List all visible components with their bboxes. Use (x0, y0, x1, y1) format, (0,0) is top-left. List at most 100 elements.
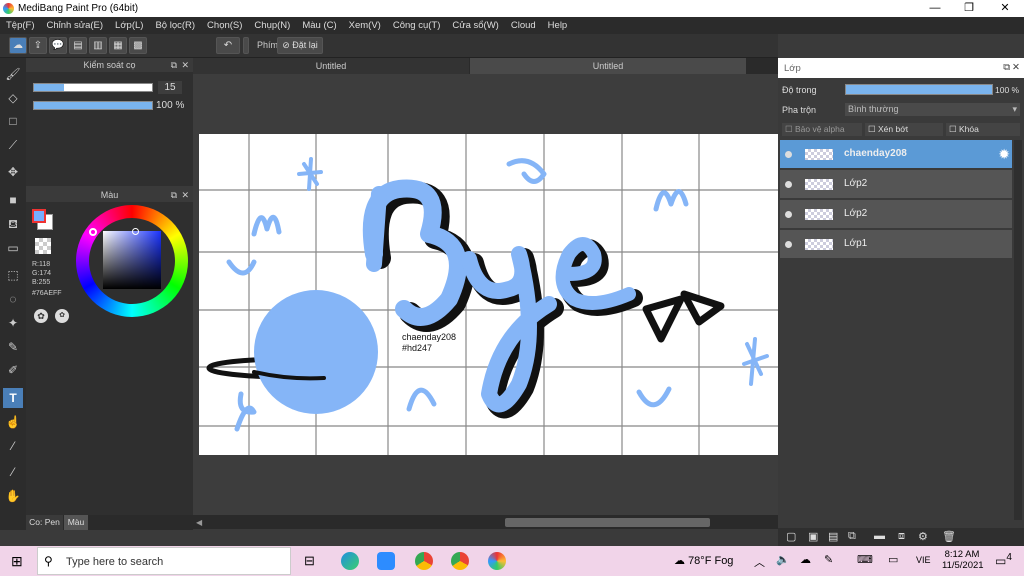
brush-icon[interactable]: 🖌 (3, 64, 23, 84)
text-box-icon[interactable]: ▤ (69, 37, 87, 54)
trash-icon[interactable]: 🗑 (942, 530, 956, 543)
visibility-eye-icon[interactable] (785, 241, 792, 248)
new-8bit-layer-icon[interactable]: ▤ (828, 530, 838, 543)
gradient-icon[interactable]: ▭ (3, 238, 23, 258)
menu-item[interactable]: Help (542, 17, 574, 34)
tab-color[interactable]: Màu (64, 515, 88, 530)
select-rect-icon[interactable]: ⬚ (3, 265, 23, 285)
scroll-left-icon[interactable]: ◀ (196, 518, 202, 527)
layer-row[interactable]: Lớp1 (780, 230, 1012, 259)
chevron-up-icon[interactable]: ︿ (754, 554, 765, 570)
menu-item[interactable]: Chỉnh sửa(E) (41, 17, 110, 34)
keyboard-icon[interactable]: ⌨ (857, 553, 873, 566)
popout-icon[interactable]: ⧉ (171, 58, 177, 72)
popout-icon[interactable]: ⧉ (1003, 62, 1010, 73)
share-icon[interactable]: ⇪ (29, 37, 47, 54)
gear-icon[interactable]: ✹ (998, 146, 1010, 163)
foreground-color-swatch[interactable] (32, 209, 46, 223)
layer-opacity-slider[interactable] (845, 84, 993, 95)
folder-icon[interactable]: ▬ (874, 530, 885, 542)
page-icon[interactable]: ▥ (89, 37, 107, 54)
clip-checkbox[interactable]: ☐ Xén bớt (865, 123, 943, 136)
notification-icon[interactable]: ▭4 (995, 552, 1012, 568)
size-slider[interactable] (33, 83, 153, 92)
opacity-slider[interactable] (33, 101, 153, 110)
sv-marker[interactable] (132, 228, 139, 235)
bucket-icon[interactable]: ⛾ (3, 214, 23, 234)
close-icon[interactable]: ✕ (1012, 62, 1020, 73)
fill-rect-icon[interactable]: ■ (3, 190, 23, 210)
panels-icon[interactable]: ▩ (129, 37, 147, 54)
magic-wand-icon[interactable]: ✦ (3, 313, 23, 333)
menu-item[interactable]: Lớp(L) (109, 17, 149, 34)
undo-button[interactable]: ↶ (216, 37, 240, 54)
duplicate-layer-icon[interactable]: ⧉ (848, 530, 856, 543)
layer-scrollbar[interactable] (1014, 140, 1022, 520)
zoom-icon[interactable] (377, 552, 395, 570)
visibility-eye-icon[interactable] (785, 151, 792, 158)
onedrive-icon[interactable]: ☁ (800, 553, 811, 566)
horizontal-scrollbar[interactable]: ◀ (193, 515, 778, 529)
protect-alpha-checkbox[interactable]: ☐ Bảo vệ alpha (782, 123, 862, 136)
layer-row[interactable]: chaenday208 ✹ (780, 140, 1012, 169)
doc-tab-2[interactable]: Untitled (470, 58, 746, 74)
weather-widget[interactable]: ☁ 78°F Fog (674, 554, 733, 567)
visibility-eye-icon[interactable] (785, 211, 792, 218)
search-box[interactable]: ⚲ Type here to search (37, 547, 291, 575)
menu-item[interactable]: Màu (C) (296, 17, 342, 34)
chrome-profile-icon[interactable] (451, 552, 469, 570)
close-button[interactable]: ✕ (988, 0, 1022, 17)
rect-shape-icon[interactable]: □ (3, 111, 23, 131)
size-value[interactable]: 15 (158, 81, 182, 94)
language-indicator[interactable]: VIE (916, 555, 931, 565)
clock[interactable]: 8:12 AM 11/5/2021 (942, 549, 984, 571)
medibang-icon[interactable] (488, 552, 506, 570)
document-canvas[interactable]: chaenday208 #hd247 (199, 134, 778, 455)
menu-item[interactable]: Chọn(S) (201, 17, 248, 34)
scroll-thumb[interactable] (505, 518, 710, 527)
palette-add-icon[interactable]: ✿ (55, 309, 69, 323)
edge-icon[interactable] (341, 552, 359, 570)
doc-tab-1[interactable]: Untitled (193, 58, 469, 74)
speech-bubble-icon[interactable]: 💬 (49, 37, 67, 54)
layer-row[interactable]: Lớp2 (780, 170, 1012, 199)
dropper-icon[interactable]: ⁄ (3, 436, 23, 456)
blend-mode-select[interactable]: Bình thường ▾ (845, 103, 1020, 116)
new-layer-icon[interactable]: ▢ (786, 530, 796, 543)
select-pen-icon[interactable]: ✎ (3, 337, 23, 357)
menu-item[interactable]: Tệp(F) (0, 17, 41, 34)
pipette-icon[interactable]: ⁄ (3, 462, 23, 482)
saturation-square[interactable] (103, 231, 161, 289)
layer-row[interactable]: Lớp2 (780, 200, 1012, 229)
tab-pen[interactable]: Co: Pen (26, 515, 63, 530)
grid-icon[interactable]: ▦ (109, 37, 127, 54)
menu-item[interactable]: Cloud (505, 17, 542, 34)
pen-icon[interactable]: ✎ (824, 553, 833, 566)
hand-icon[interactable]: ✋ (3, 486, 23, 506)
popout-icon[interactable]: ⧉ (171, 188, 177, 202)
task-view-icon[interactable]: ⊟ (304, 553, 315, 569)
transparent-swatch[interactable] (35, 238, 51, 254)
menu-item[interactable]: Chụp(N) (248, 17, 296, 34)
windows-start-icon[interactable]: ⊞ (11, 553, 23, 570)
line-icon[interactable]: ⟋ (3, 135, 23, 155)
menu-item[interactable]: Bộ lọc(R) (149, 17, 201, 34)
move-icon[interactable]: ✥ (3, 162, 23, 182)
reset-button[interactable]: ⊘ Đặt lại (277, 37, 323, 54)
operation-icon[interactable]: ☝ (3, 412, 23, 432)
select-eraser-icon[interactable]: ✐ (3, 360, 23, 380)
lasso-icon[interactable]: ◌ (3, 289, 23, 309)
lock-checkbox[interactable]: ☐ Khóa (946, 123, 1020, 136)
palette-icon[interactable]: ✿ (34, 309, 48, 323)
settings-icon[interactable]: ⚙ (918, 530, 928, 543)
display-icon[interactable]: ▭ (888, 553, 898, 566)
menu-item[interactable]: Xem(V) (343, 17, 387, 34)
speaker-icon[interactable]: 🔈 (776, 553, 790, 566)
minimize-button[interactable]: — (918, 0, 952, 17)
new-halftone-layer-icon[interactable]: ▣ (808, 530, 818, 543)
menu-item[interactable]: Công cụ(T) (387, 17, 447, 34)
menu-item[interactable]: Cửa sổ(W) (446, 17, 504, 34)
text-tool-icon[interactable]: T (3, 388, 23, 408)
merge-icon[interactable]: ⧈ (898, 530, 905, 543)
close-icon[interactable]: ✕ (181, 58, 189, 72)
